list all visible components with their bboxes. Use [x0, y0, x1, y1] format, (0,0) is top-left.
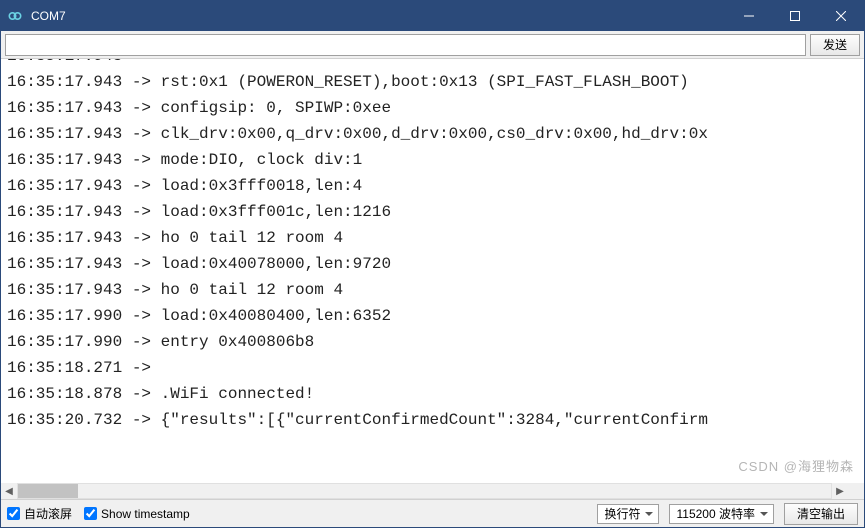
clear-output-button[interactable]: 清空输出: [784, 503, 858, 525]
serial-output[interactable]: 16:35:17.943 -> 16:35:17.943 -> rst:0x1 …: [1, 59, 864, 483]
output-area: 16:35:17.943 -> 16:35:17.943 -> rst:0x1 …: [1, 59, 864, 499]
titlebar[interactable]: COM7: [1, 1, 864, 31]
maximize-button[interactable]: [772, 1, 818, 31]
scroll-right-icon[interactable]: ▶: [832, 483, 848, 499]
status-bar: 自动滚屏 Show timestamp 换行符 115200 波特率 清空输出: [1, 499, 864, 527]
timestamp-input[interactable]: [84, 507, 97, 520]
autoscroll-input[interactable]: [7, 507, 20, 520]
minimize-button[interactable]: [726, 1, 772, 31]
baud-rate-select[interactable]: 115200 波特率: [669, 504, 774, 524]
window-controls: [726, 1, 864, 31]
autoscroll-checkbox[interactable]: 自动滚屏: [7, 505, 72, 522]
window-title: COM7: [29, 9, 726, 23]
app-icon: [1, 9, 29, 23]
timestamp-checkbox[interactable]: Show timestamp: [84, 507, 190, 521]
autoscroll-label: 自动滚屏: [24, 505, 72, 522]
scroll-track[interactable]: [17, 483, 832, 499]
line-ending-select[interactable]: 换行符: [597, 504, 659, 524]
timestamp-label: Show timestamp: [101, 507, 190, 521]
serial-monitor-window: COM7 发送 16:35:17.943 -> 16:35:17.943 -> …: [0, 0, 865, 528]
scroll-thumb[interactable]: [18, 484, 78, 498]
close-button[interactable]: [818, 1, 864, 31]
send-button[interactable]: 发送: [810, 34, 860, 56]
scroll-left-icon[interactable]: ◀: [1, 483, 17, 499]
scroll-corner: [848, 483, 864, 499]
send-toolbar: 发送: [1, 31, 864, 59]
send-input[interactable]: [5, 34, 806, 56]
horizontal-scrollbar[interactable]: ◀ ▶: [1, 483, 848, 499]
